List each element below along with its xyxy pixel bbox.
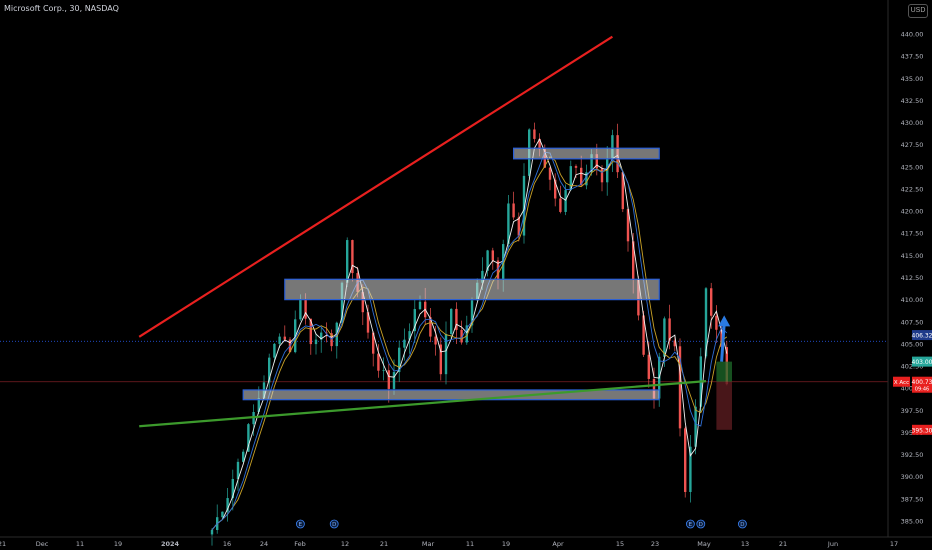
price-tick-label: 417.50 [901, 230, 924, 238]
entry-price-label: 400.73 [912, 379, 932, 386]
candle-body [273, 343, 276, 358]
candle-body [663, 318, 666, 357]
candle-body [283, 336, 286, 340]
price-tick-label: 387.50 [901, 495, 924, 503]
time-tick-label: 21 [0, 540, 6, 548]
time-tick-label: 21 [380, 540, 388, 548]
candle-body [403, 339, 406, 348]
dividend-marker-2-letter: D [699, 522, 703, 528]
candle-body [533, 129, 536, 139]
candle-body [221, 511, 224, 518]
price-tick-label: 407.50 [901, 318, 924, 326]
candle-body [377, 353, 380, 371]
dividend-marker-1[interactable]: D [329, 519, 339, 529]
chart-background [0, 0, 932, 550]
time-tick-label: 19 [502, 540, 510, 548]
time-tick-label: Feb [294, 540, 306, 548]
price-tick-label: 422.50 [901, 185, 924, 193]
time-tick-label: 16 [223, 540, 231, 548]
time-tick-label: 2024 [161, 540, 180, 548]
stop-price-label: 395.30 [912, 427, 932, 434]
time-tick-label: 21 [779, 540, 787, 548]
earnings-marker-1-letter: E [299, 522, 303, 528]
candle-body [512, 203, 515, 218]
candle-body [392, 372, 396, 389]
price-tick-label: 405.00 [901, 340, 924, 348]
time-tick-label: Mar [422, 540, 435, 548]
time-tick-label: 24 [260, 540, 268, 548]
price-tick-label: 437.50 [901, 53, 924, 61]
price-tick-label: 415.00 [901, 252, 924, 260]
candle-body [450, 308, 453, 335]
time-tick-label: Dec [36, 540, 49, 548]
candle-body [491, 250, 494, 261]
candle-body [387, 370, 390, 389]
time-tick-label: 19 [114, 540, 122, 548]
candle-body [210, 529, 214, 535]
entry-price-label-countdown: 09:46 [915, 387, 929, 393]
price-tick-label: 410.00 [901, 296, 924, 304]
time-tick-label: Apr [552, 540, 564, 548]
price-tick-label: 435.00 [901, 75, 924, 83]
earnings-marker-2[interactable]: E [686, 519, 695, 529]
price-tick-label: 412.50 [901, 274, 924, 282]
target-box [716, 361, 732, 382]
last-price-label: 406.32 [912, 333, 932, 340]
price-tick-label: 432.50 [901, 97, 924, 105]
candle-body [418, 301, 422, 310]
price-tick-label: 397.50 [901, 407, 924, 415]
price-tick-label: 440.00 [901, 31, 924, 39]
price-tick-label: 392.50 [901, 451, 924, 459]
price-tick-label: 385.00 [901, 518, 924, 526]
candle-body [434, 336, 437, 345]
earnings-marker-2-letter: E [689, 522, 693, 528]
candle-body [346, 240, 349, 283]
support-zone-lower [242, 389, 660, 401]
dividend-marker-2[interactable]: D [696, 519, 706, 529]
price-tick-label: 390.00 [901, 473, 924, 481]
dividend-marker-1-letter: D [332, 522, 336, 528]
candle-body [715, 315, 718, 330]
time-tick-label: 11 [466, 540, 474, 548]
chart-canvas[interactable]: 440.00 437.50 435.00 432.50 430.00 427.50 425.… [0, 0, 932, 550]
candle-body [710, 288, 713, 316]
stop-box [716, 381, 732, 430]
candle-body [278, 336, 281, 344]
time-tick-label: 13 [741, 540, 749, 548]
time-tick-label: 11 [76, 540, 84, 548]
price-tick-label: 430.00 [901, 119, 924, 127]
time-tick-label: 12 [341, 540, 349, 548]
candle-body [299, 300, 302, 320]
candle-body [314, 339, 318, 345]
price-tick-label: 427.50 [901, 141, 924, 149]
candle-body [304, 300, 307, 319]
candle-body [668, 318, 671, 341]
dividend-marker-3[interactable]: D [738, 519, 747, 529]
target-price-label: 403.00 [912, 359, 932, 366]
axis-tag: X Acc [894, 380, 909, 386]
candle-body [559, 198, 562, 212]
resistance-zone-upper [512, 147, 660, 160]
price-tick-label: 425.00 [901, 163, 924, 171]
candle-body [574, 166, 578, 168]
candle-body [600, 168, 604, 183]
candle-body [382, 370, 385, 372]
middle-zone [284, 278, 660, 301]
earnings-marker-1[interactable]: E [295, 519, 305, 529]
time-tick-label: 23 [651, 540, 659, 548]
time-tick-label: Jun [827, 540, 838, 548]
time-tick-label: 15 [616, 540, 624, 548]
candle-body [647, 354, 650, 379]
time-tick-label: 17 [890, 540, 898, 548]
dividend-marker-3-letter: D [740, 522, 744, 528]
candle-body [684, 428, 687, 492]
price-tick-label: 420.00 [901, 208, 924, 216]
currency-label[interactable]: USD [908, 4, 928, 18]
candle-body [564, 190, 567, 212]
time-tick-label: May [697, 540, 711, 548]
symbol-title: Microsoft Corp., 30, NASDAQ [4, 4, 119, 13]
